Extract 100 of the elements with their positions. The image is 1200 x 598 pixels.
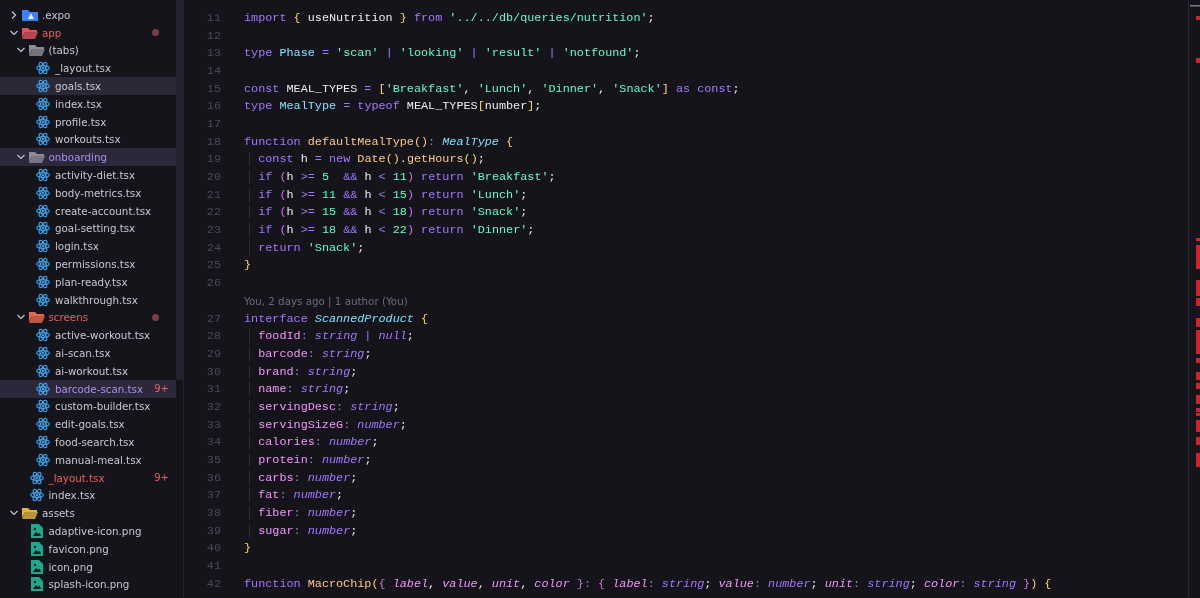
line-number: 25 <box>205 258 221 273</box>
line-number: 24 <box>205 240 221 255</box>
image-file-icon <box>30 524 43 538</box>
file-item[interactable]: index.tsx <box>0 95 176 113</box>
file-item[interactable]: icon.png <box>0 557 176 576</box>
line-number: 23 <box>205 223 221 238</box>
atom-icon <box>36 203 50 218</box>
atom-icon <box>36 61 50 76</box>
file-item[interactable]: goals.tsx <box>0 77 176 95</box>
atom-icon <box>36 435 50 449</box>
code-line: } <box>244 258 252 273</box>
file-item[interactable]: permissions.tsx <box>0 255 176 273</box>
line-number: 30 <box>205 364 221 379</box>
file-item[interactable]: login.tsx <box>0 237 176 256</box>
folder-item[interactable]: (tabs) <box>0 41 176 60</box>
code-line: import { useNutrition } from '../../db/queries/nutrition'; <box>244 10 655 25</box>
image-file-icon <box>30 541 43 556</box>
line-number: 38 <box>205 506 221 521</box>
atom-icon <box>36 257 50 272</box>
atom-icon <box>36 292 50 307</box>
line-number: 29 <box>205 346 221 361</box>
line-number: 33 <box>205 417 221 432</box>
atom-icon <box>36 185 50 200</box>
line-number: 11 <box>205 10 221 25</box>
line-number: 34 <box>205 435 221 450</box>
atom-icon <box>36 168 50 183</box>
atom-icon <box>36 346 50 361</box>
line-number: 40 <box>205 541 221 556</box>
folder-item[interactable]: .expo <box>0 6 176 24</box>
scrollbar-thumb[interactable] <box>176 0 183 380</box>
line-number: 32 <box>205 399 221 414</box>
line-number: 21 <box>205 187 221 202</box>
code-line: type MealType = typeof MEAL_TYPES[number]; <box>244 99 542 114</box>
atom-icon <box>36 417 50 432</box>
folder-item[interactable]: app <box>0 23 176 42</box>
line-number: 18 <box>205 134 221 149</box>
file-item[interactable]: splash-icon.png <box>0 575 176 594</box>
problem-count: 9+ <box>154 472 169 484</box>
file-item[interactable]: food-search.tsx <box>0 433 176 451</box>
folder-item[interactable]: onboarding <box>0 148 176 167</box>
line-number: 26 <box>205 276 221 291</box>
line-number: 36 <box>205 470 221 485</box>
atom-icon <box>36 328 50 343</box>
atom-icon <box>36 132 50 147</box>
file-item[interactable]: plan-ready.tsx <box>0 272 176 291</box>
file-item[interactable]: adaptive-icon.png <box>0 522 176 540</box>
file-item[interactable]: profile.tsx <box>0 112 176 131</box>
blame-annotation[interactable]: You, 2 days ago | 1 author (You) <box>244 294 408 307</box>
atom-icon <box>36 452 50 467</box>
atom-icon <box>36 79 50 94</box>
atom-icon <box>36 221 50 236</box>
code-line: } <box>244 541 252 556</box>
line-number: 27 <box>205 311 221 326</box>
code-line: type Phase = 'scan' | 'looking' | 'result' | 'notfound'; <box>244 46 641 61</box>
line-number: 35 <box>205 453 221 468</box>
file-item[interactable]: walkthrough.tsx <box>0 290 176 309</box>
file-item[interactable]: _layout.tsx <box>0 59 176 78</box>
line-number: 15 <box>205 81 221 96</box>
file-item[interactable]: favicon.png <box>0 539 176 558</box>
atom-icon <box>36 96 50 111</box>
file-item[interactable]: body-metrics.tsx <box>0 183 176 202</box>
atom-icon <box>29 488 44 503</box>
file-item[interactable]: custom-builder.tsx <box>0 397 176 416</box>
line-number: 14 <box>205 63 221 78</box>
image-file-icon <box>30 577 43 592</box>
file-item[interactable]: index.tsx <box>0 486 176 505</box>
line-number: 19 <box>205 152 221 167</box>
line-number: 13 <box>205 46 221 61</box>
folder-item[interactable]: screens <box>0 308 176 327</box>
code-line: function defaultMealType(): MealType { <box>244 134 514 149</box>
line-number: 41 <box>205 559 221 574</box>
file-item[interactable]: active-workout.tsx <box>0 326 176 345</box>
file-item[interactable]: _layout.tsx 9+ <box>0 468 176 487</box>
line-number: 42 <box>205 576 221 591</box>
line-number: 16 <box>205 99 221 114</box>
code-line: function MacroChip({ label, value, unit, color }: { label: string; value: number; unit: string; color: string }) { <box>244 576 1052 591</box>
file-item[interactable]: workouts.tsx <box>0 130 176 149</box>
file-item[interactable]: barcode-scan.tsx 9+ <box>0 379 176 398</box>
line-number: 28 <box>205 329 221 344</box>
folder-item[interactable]: assets <box>0 504 176 523</box>
file-item[interactable]: edit-goals.tsx <box>0 415 176 434</box>
atom-icon <box>36 399 50 414</box>
line-number: 12 <box>205 28 221 43</box>
atom-icon <box>36 239 50 254</box>
file-item[interactable]: ai-workout.tsx <box>0 361 176 380</box>
file-item[interactable]: goal-setting.tsx <box>0 219 176 238</box>
file-item[interactable]: manual-meal.tsx <box>0 450 176 469</box>
atom-icon <box>29 470 44 485</box>
line-number: 37 <box>205 488 221 503</box>
atom-icon <box>36 114 50 129</box>
code-line: interface ScannedProduct { <box>244 311 429 326</box>
line-number: 31 <box>205 382 221 397</box>
line-number: 17 <box>205 116 221 131</box>
code-line: const MEAL_TYPES = ['Breakfast', 'Lunch', 'Dinner', 'Snack'] as const; <box>244 81 740 96</box>
image-file-icon <box>30 559 43 574</box>
line-number: 39 <box>205 523 221 538</box>
atom-icon <box>36 274 50 289</box>
file-item[interactable]: ai-scan.tsx <box>0 344 176 362</box>
file-item[interactable]: create-account.tsx <box>0 201 176 220</box>
file-item[interactable]: activity-diet.tsx <box>0 166 176 184</box>
